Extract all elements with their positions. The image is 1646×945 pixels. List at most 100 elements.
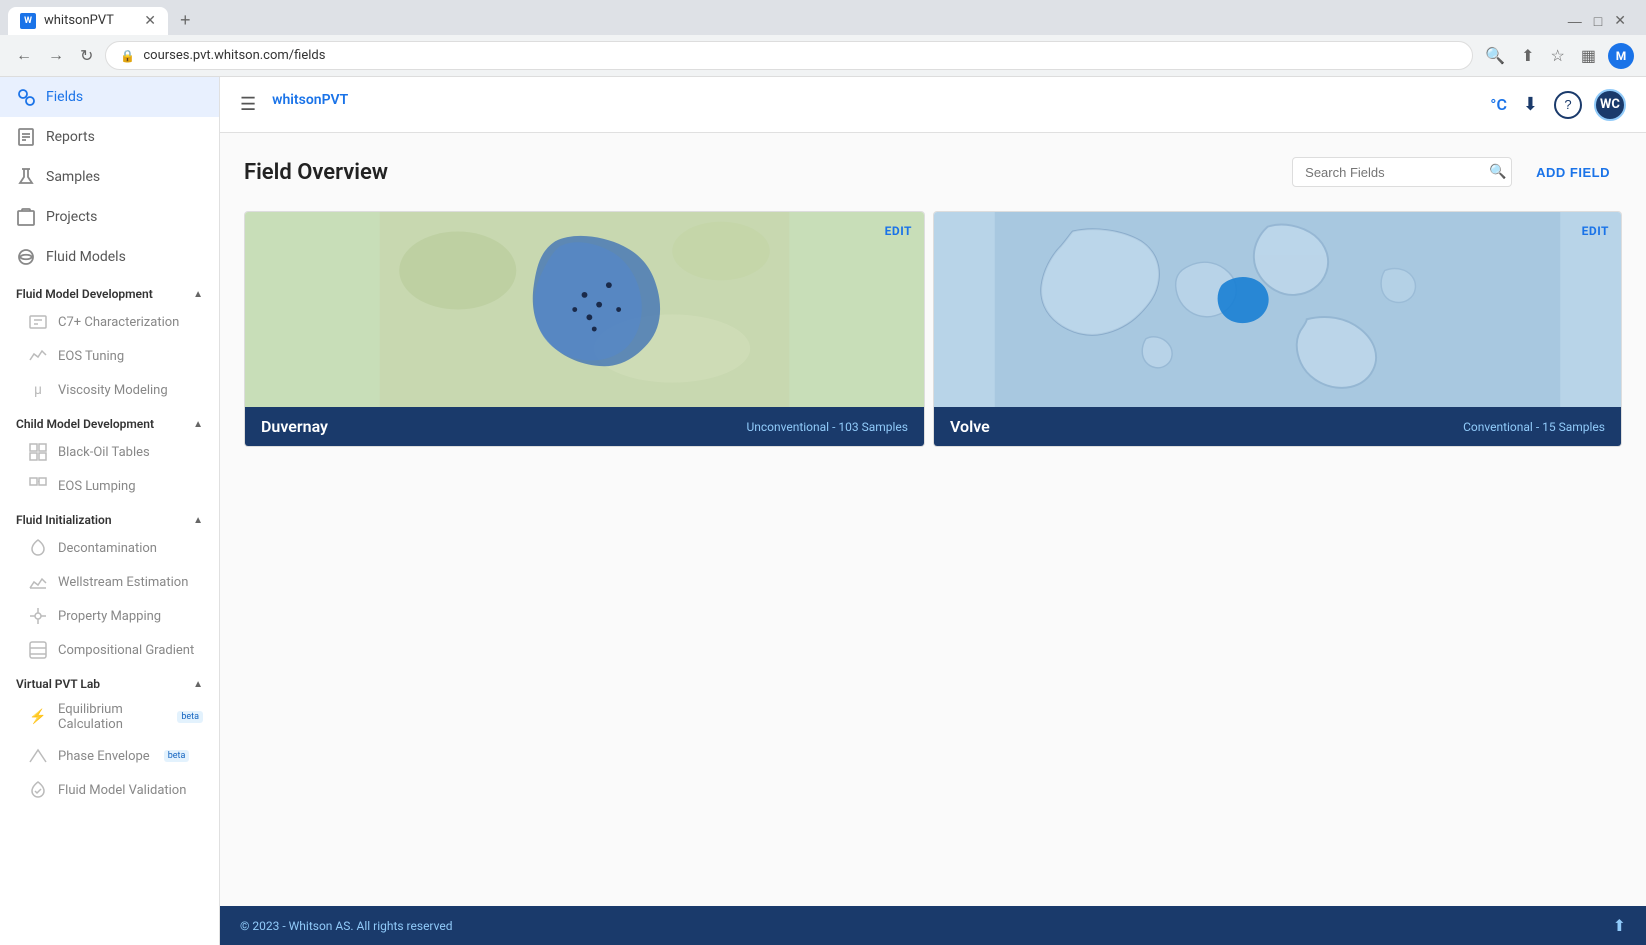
field-card-volve[interactable]: EDIT — [933, 211, 1622, 447]
volve-map: EDIT — [934, 212, 1621, 407]
user-avatar[interactable]: WC — [1594, 89, 1626, 121]
browser-actions: 🔍 ⬆ ☆ ▦ M — [1481, 42, 1634, 70]
fluid-init-header[interactable]: Fluid Initialization ▲ — [0, 503, 219, 531]
decontamination-label: Decontamination — [58, 541, 157, 556]
back-button[interactable]: ← — [12, 43, 36, 69]
sidebar-sub-decontamination[interactable]: Decontamination — [0, 531, 219, 565]
sidebar-sub-phase-envelope[interactable]: Phase Envelope beta — [0, 739, 219, 773]
samples-label: Samples — [46, 169, 100, 185]
add-field-button[interactable]: ADD FIELD — [1524, 159, 1622, 186]
viscosity-label: Viscosity Modeling — [58, 383, 168, 398]
eos-lumping-label: EOS Lumping — [58, 479, 136, 494]
viscosity-icon: μ — [28, 380, 48, 400]
projects-label: Projects — [46, 209, 97, 225]
sidebar-sub-viscosity[interactable]: μ Viscosity Modeling — [0, 373, 219, 407]
url-bar[interactable]: 🔒 courses.pvt.whitson.com/fields — [105, 41, 1473, 70]
temp-unit-toggle[interactable]: °C — [1490, 95, 1507, 114]
forward-button[interactable]: → — [44, 43, 68, 69]
footer-icon[interactable]: ⬆ — [1613, 916, 1626, 935]
footer-copyright: © 2023 - Whitson AS. All rights reserved — [240, 919, 452, 933]
black-oil-icon — [28, 442, 48, 462]
share-btn[interactable]: ⬆ — [1517, 42, 1538, 70]
page-title: Field Overview — [244, 160, 388, 185]
sidebar-sub-wellstream[interactable]: Wellstream Estimation — [0, 565, 219, 599]
bookmark-btn[interactable]: ☆ — [1547, 42, 1569, 70]
property-mapping-label: Property Mapping — [58, 609, 161, 624]
phase-envelope-icon — [28, 746, 48, 766]
sidebar-item-projects[interactable]: Projects — [0, 197, 219, 237]
fluid-model-dev-header[interactable]: Fluid Model Development ▲ — [0, 277, 219, 305]
minimize-button[interactable]: — — [1564, 9, 1586, 33]
fluid-model-dev-label: Fluid Model Development — [16, 287, 153, 301]
sidebar-sub-fluid-validation[interactable]: Fluid Model Validation — [0, 773, 219, 807]
fluid-init-chevron: ▲ — [193, 515, 203, 526]
sidebar-item-reports[interactable]: Reports — [0, 117, 219, 157]
sidebar-sub-property-mapping[interactable]: Property Mapping — [0, 599, 219, 633]
content-area: Field Overview 🔍 ADD FIELD EDIT — [220, 133, 1646, 906]
fluid-validation-label: Fluid Model Validation — [58, 783, 186, 798]
sidebar-sub-black-oil[interactable]: Black-Oil Tables — [0, 435, 219, 469]
duvernay-footer: Duvernay Unconventional - 103 Samples — [245, 407, 924, 446]
reports-label: Reports — [46, 129, 95, 145]
sidebar-item-fields[interactable]: Fields — [0, 77, 219, 117]
c7-char-label: C7+ Characterization — [58, 315, 179, 330]
search-browser-btn[interactable]: 🔍 — [1481, 42, 1509, 70]
projects-icon — [16, 207, 36, 227]
duvernay-map: EDIT — [245, 212, 924, 407]
logo-text: whitson — [272, 92, 321, 108]
equilibrium-icon: ⚡ — [28, 707, 48, 727]
search-box[interactable]: 🔍 — [1292, 157, 1512, 187]
tab-close-button[interactable]: ✕ — [144, 13, 156, 29]
wellstream-icon — [28, 572, 48, 592]
browser-chrome: W whitsonPVT ✕ + — □ ✕ ← → ↻ 🔒 courses.p… — [0, 0, 1646, 77]
sidebar-item-samples[interactable]: Samples — [0, 157, 219, 197]
help-button[interactable]: ? — [1554, 91, 1582, 119]
volve-type: Conventional — [1463, 420, 1533, 434]
new-tab-button[interactable]: + — [172, 6, 199, 35]
comp-gradient-icon — [28, 640, 48, 660]
samples-icon — [16, 167, 36, 187]
tab-bar: W whitsonPVT ✕ + — □ ✕ — [0, 0, 1646, 35]
fluid-init-label: Fluid Initialization — [16, 513, 112, 527]
c7-char-icon — [28, 312, 48, 332]
wellstream-label: Wellstream Estimation — [58, 575, 188, 590]
volve-footer: Volve Conventional - 15 Samples — [934, 407, 1621, 446]
browser-user-avatar[interactable]: M — [1608, 43, 1634, 69]
fields-icon — [16, 87, 36, 107]
sidebar-item-fluid-models[interactable]: Fluid Models — [0, 237, 219, 277]
reports-icon — [16, 127, 36, 147]
fluid-validation-icon — [28, 780, 48, 800]
fluid-models-icon — [16, 247, 36, 267]
duvernay-edit-button[interactable]: EDIT — [885, 224, 912, 238]
search-icon[interactable]: 🔍 — [1489, 164, 1506, 180]
sidebar-sub-eos-tuning[interactable]: EOS Tuning — [0, 339, 219, 373]
header-actions: °C ⬇ ? WC — [1490, 89, 1626, 121]
url-text: courses.pvt.whitson.com/fields — [143, 48, 325, 63]
download-button[interactable]: ⬇ — [1519, 90, 1542, 119]
sidebar-sub-c7-char[interactable]: C7+ Characterization — [0, 305, 219, 339]
hamburger-menu[interactable]: ☰ — [240, 94, 256, 115]
tab-favicon: W — [20, 13, 36, 29]
child-model-dev-header[interactable]: Child Model Development ▲ — [0, 407, 219, 435]
maximize-button[interactable]: □ — [1590, 9, 1606, 33]
close-button[interactable]: ✕ — [1610, 8, 1630, 33]
sidebar-sub-comp-gradient[interactable]: Compositional Gradient — [0, 633, 219, 667]
volve-edit-button[interactable]: EDIT — [1582, 224, 1609, 238]
field-card-duvernay[interactable]: EDIT — [244, 211, 925, 447]
footer: © 2023 - Whitson AS. All rights reserved… — [220, 906, 1646, 945]
content-header-right: 🔍 ADD FIELD — [1292, 157, 1622, 187]
active-tab[interactable]: W whitsonPVT ✕ — [8, 7, 168, 35]
fields-grid: EDIT — [244, 211, 1622, 447]
search-input[interactable] — [1305, 165, 1481, 180]
fields-label: Fields — [46, 89, 83, 105]
refresh-button[interactable]: ↻ — [76, 42, 97, 70]
virtual-pvt-header[interactable]: Virtual PVT Lab ▲ — [0, 667, 219, 695]
sidebar-sub-eos-lumping[interactable]: EOS Lumping — [0, 469, 219, 503]
fluid-models-label: Fluid Models — [46, 249, 126, 265]
sidebar-sub-equilibrium[interactable]: ⚡ Equilibrium Calculation beta — [0, 695, 219, 739]
tab-title: whitsonPVT — [44, 13, 114, 28]
app-container: Fields Reports Samples — [0, 77, 1646, 945]
user-initials: WC — [1600, 97, 1620, 112]
black-oil-label: Black-Oil Tables — [58, 445, 150, 460]
extensions-btn[interactable]: ▦ — [1577, 42, 1600, 70]
